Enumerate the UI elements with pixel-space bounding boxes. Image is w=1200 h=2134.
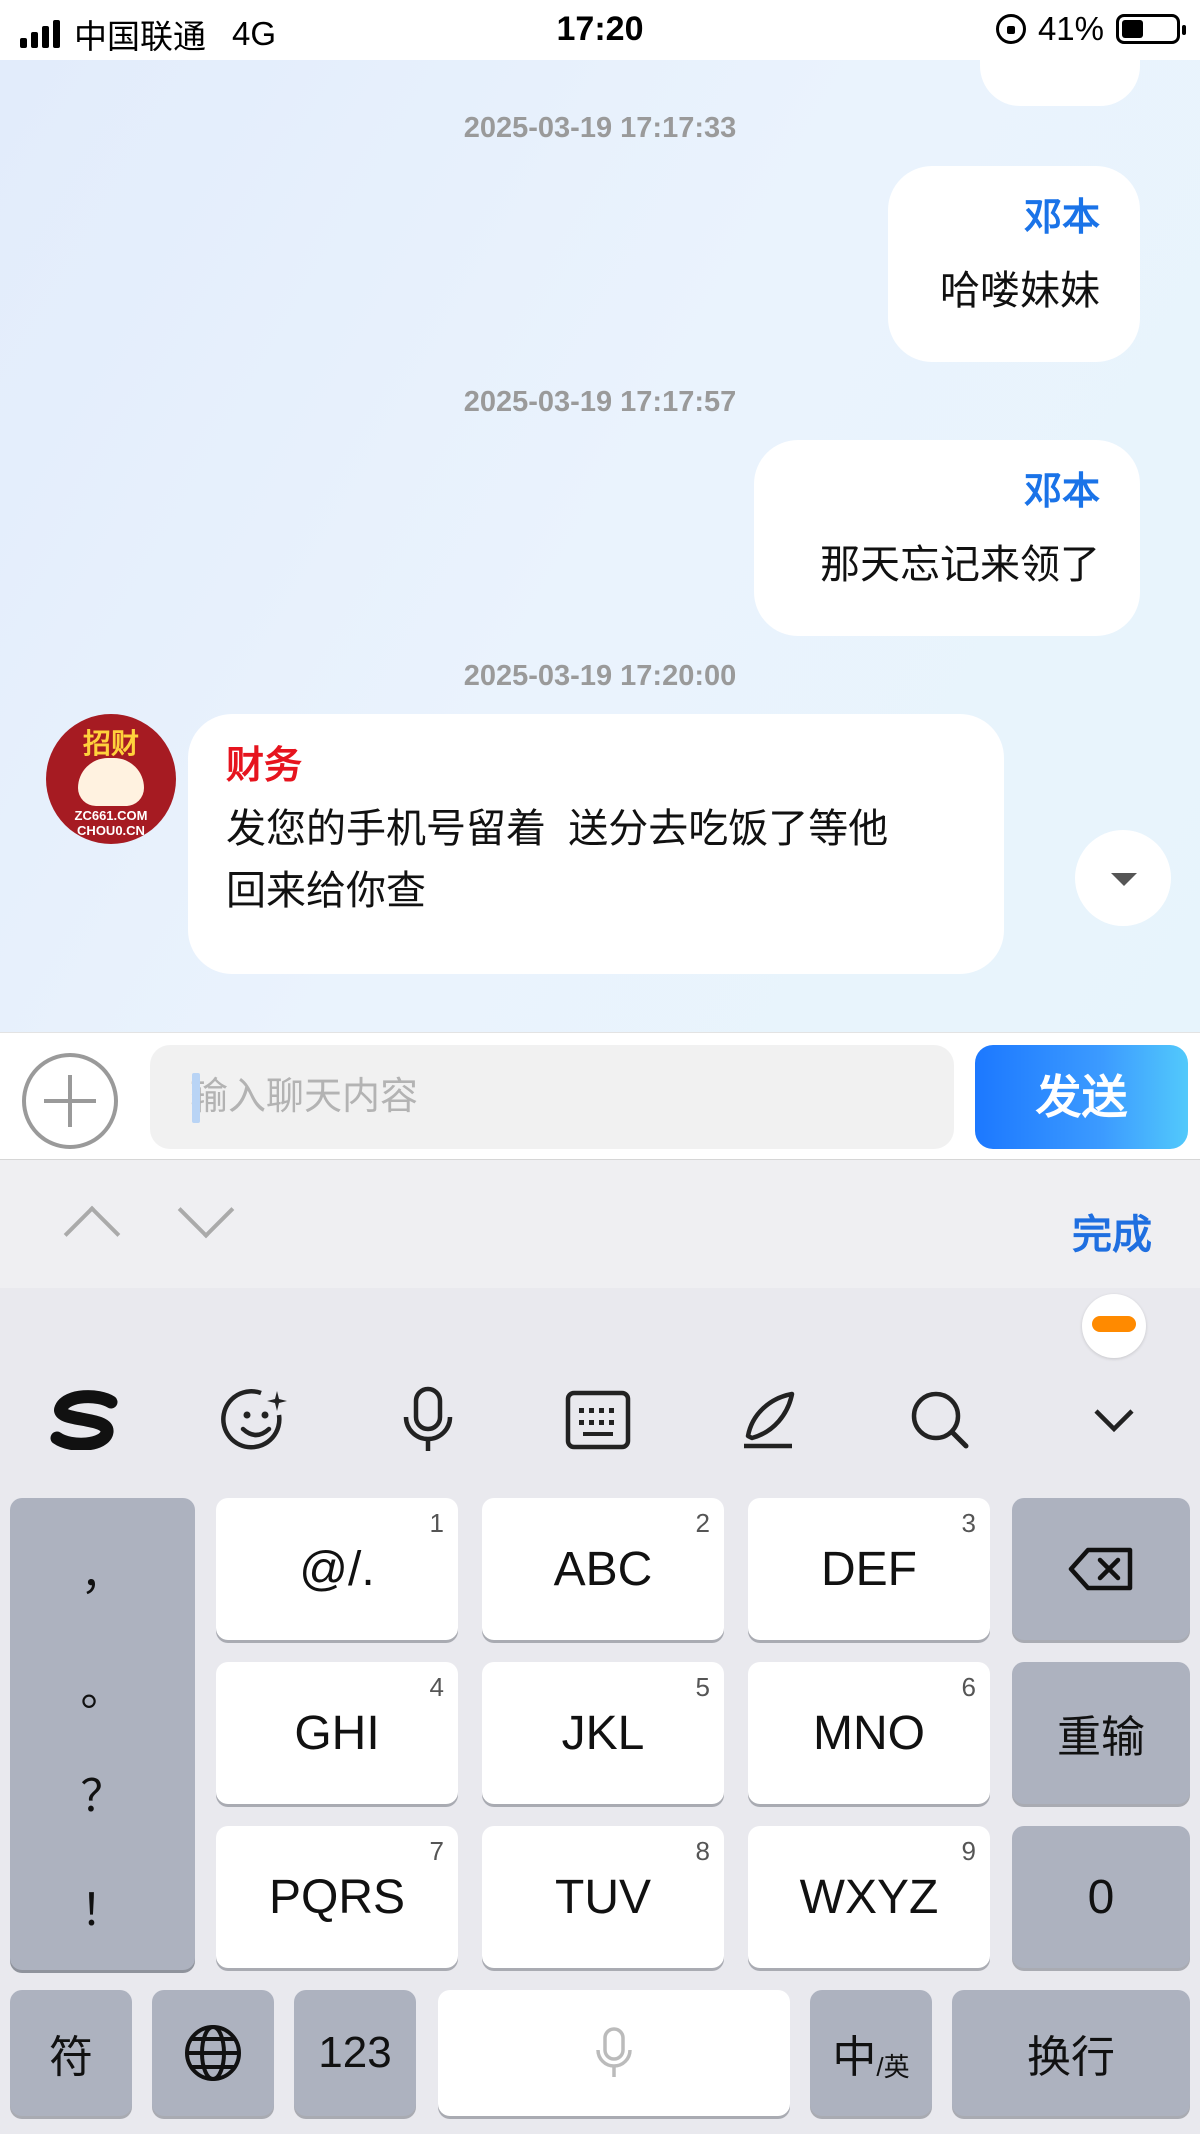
avatar-domain-text: ZC661.COM CHOU0.CN (74, 808, 148, 838)
numeric-switch-key[interactable]: 123 (294, 1990, 416, 2116)
key-8[interactable]: TUV 8 (482, 1826, 724, 1968)
key-4[interactable]: GHI 4 (216, 1662, 458, 1804)
previous-message-bubble (980, 60, 1140, 106)
key-6[interactable]: MNO 6 (748, 1662, 990, 1804)
message-input[interactable] (150, 1045, 954, 1149)
collapse-chevron-icon[interactable] (1074, 1380, 1154, 1460)
avatar-logo-text: 招财 (82, 728, 139, 759)
sender-name: 邓本 (1023, 197, 1100, 239)
voice-input-icon (596, 2027, 632, 2077)
scroll-to-bottom-button[interactable] (1075, 830, 1171, 926)
sender-name: 财务 (226, 745, 303, 787)
space-key[interactable] (438, 1990, 790, 2116)
key-0[interactable]: 0 (1012, 1826, 1190, 1968)
message-timestamp: 2025-03-19 17:20:00 (463, 660, 737, 692)
message-text: 那天忘记来领了 (820, 543, 1100, 587)
text-cursor (192, 1073, 200, 1123)
punctuation-exclamation[interactable]: ！ (10, 1874, 195, 1938)
punctuation-question[interactable]: ？ (10, 1760, 195, 1824)
language-switch-key[interactable]: 中/英 (810, 1990, 932, 2116)
ime-mascot-icon[interactable] (1082, 1294, 1146, 1358)
sender-name: 邓本 (1023, 471, 1100, 513)
key-5[interactable]: JKL 5 (482, 1662, 724, 1804)
ime-toolbar (0, 1380, 1200, 1460)
handwriting-pen-icon[interactable] (728, 1380, 808, 1460)
message-text: 哈喽妹妹 (940, 269, 1100, 313)
globe-key[interactable] (152, 1990, 274, 2116)
add-attachment-icon[interactable] (22, 1053, 118, 1149)
sender-avatar[interactable]: 招财 ZC661.COM CHOU0.CN (46, 714, 176, 844)
next-field-icon[interactable] (177, 1181, 235, 1239)
punctuation-list[interactable]: ， 。 ？ ！ (10, 1498, 195, 1970)
message-input-bar: 发送 (0, 1032, 1200, 1160)
key-3[interactable]: DEF 3 (748, 1498, 990, 1640)
backspace-icon (1068, 1547, 1133, 1591)
punctuation-comma[interactable]: ， (10, 1538, 195, 1602)
orientation-lock-icon (995, 14, 1026, 44)
emoji-icon[interactable] (216, 1380, 296, 1460)
sogou-logo-icon[interactable] (46, 1380, 126, 1460)
search-icon[interactable] (900, 1380, 980, 1460)
done-button[interactable]: 完成 (1072, 1202, 1152, 1260)
chat-message-list[interactable]: 2025-03-19 17:17:33 邓本 哈喽妹妹 2025-03-19 1… (0, 60, 1200, 1032)
message-text: 发您的手机号留着 送分去吃饭了等他 回来给你查 (226, 807, 889, 913)
newline-key[interactable]: 换行 (952, 1990, 1190, 2116)
keyboard-icon[interactable] (558, 1380, 638, 1460)
incoming-message-bubble[interactable]: 财务 发您的手机号留着 送分去吃饭了等他 回来给你查 (188, 714, 1004, 974)
battery-icon (1116, 14, 1186, 44)
symbol-key[interactable]: 符 (10, 1990, 132, 2116)
punctuation-period[interactable]: 。 (10, 1654, 195, 1718)
backspace-key[interactable] (1012, 1498, 1190, 1640)
ime-keyboard: 完成 ， 。 ？ ！ @/. 1 ABC 2 DEF 3 GHI 4 JKL 5… (0, 1160, 1200, 2134)
reinput-key[interactable]: 重输 (1012, 1662, 1190, 1804)
key-1[interactable]: @/. 1 (216, 1498, 458, 1640)
outgoing-message-bubble[interactable]: 邓本 哈喽妹妹 (888, 166, 1140, 362)
message-timestamp: 2025-03-19 17:17:57 (463, 386, 737, 418)
battery-percent: 41% (1037, 10, 1104, 47)
key-2[interactable]: ABC 2 (482, 1498, 724, 1640)
status-bar: 中国联通 4G 17:20 41% (0, 0, 1200, 60)
globe-icon (185, 2025, 241, 2081)
microphone-icon[interactable] (388, 1380, 468, 1460)
key-7[interactable]: PQRS 7 (216, 1826, 458, 1968)
key-9[interactable]: WXYZ 9 (748, 1826, 990, 1968)
previous-field-icon[interactable] (63, 1205, 121, 1263)
lucky-cat-icon (78, 758, 144, 806)
message-timestamp: 2025-03-19 17:17:33 (463, 112, 737, 144)
send-button[interactable]: 发送 (975, 1045, 1188, 1149)
outgoing-message-bubble[interactable]: 邓本 那天忘记来领了 (754, 440, 1140, 636)
keyboard-accessory-bar: 完成 (0, 1160, 1200, 1288)
